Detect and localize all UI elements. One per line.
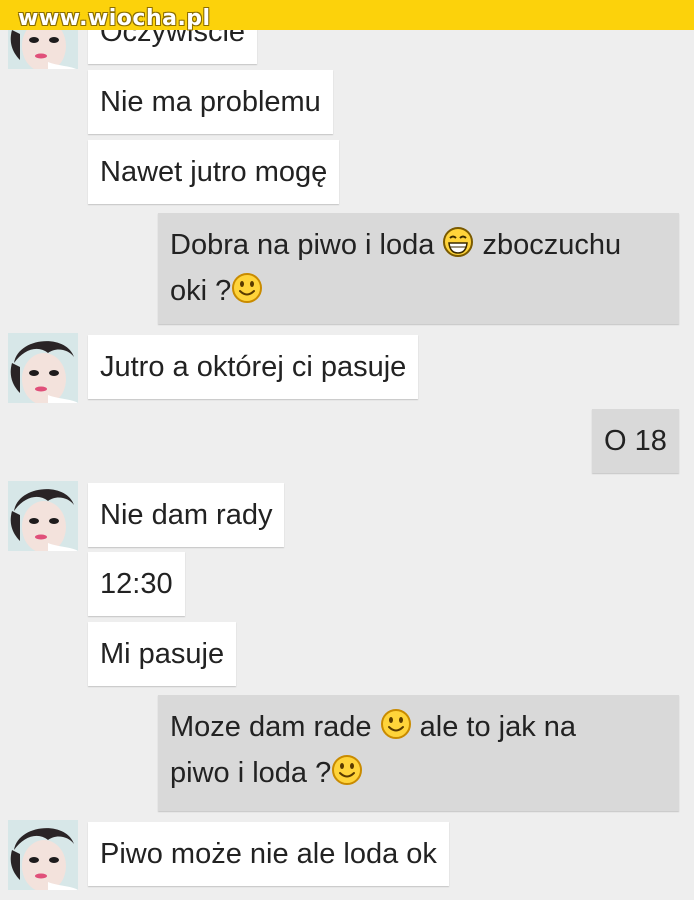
- laughing-emoji-icon: [443, 227, 474, 257]
- contact-avatar[interactable]: [8, 481, 78, 551]
- outgoing-message[interactable]: Dobra na piwo i loda zboczuchu oki ?: [158, 213, 679, 324]
- smiley-emoji-icon: [380, 709, 411, 739]
- message-text: Nawet jutro mogę: [100, 156, 328, 188]
- message-text: Dobra na piwo i loda: [170, 229, 435, 261]
- incoming-message[interactable]: Mi pasuje: [88, 622, 237, 686]
- incoming-message[interactable]: 12:30: [88, 552, 185, 616]
- smiley-emoji-icon: [232, 273, 263, 303]
- message-text: Jutro a októrej ci pasuje: [100, 351, 407, 383]
- incoming-message[interactable]: Jutro a októrej ci pasuje: [88, 335, 419, 399]
- incoming-message[interactable]: Nie dam rady: [88, 483, 285, 547]
- message-text: Nie ma problemu: [100, 86, 321, 118]
- smiley-emoji-icon: [332, 755, 363, 785]
- message-text: 12:30: [100, 568, 173, 600]
- message-text: O 18: [604, 425, 667, 457]
- incoming-message[interactable]: Piwo może nie ale loda ok: [88, 822, 449, 886]
- message-text: oki ?: [170, 275, 232, 307]
- outgoing-message[interactable]: Moze dam rade ale to jak na piwo i loda …: [158, 695, 679, 811]
- incoming-message[interactable]: Nawet jutro mogę: [88, 140, 340, 204]
- message-text: piwo i loda ?: [170, 757, 332, 789]
- message-text: ale to jak na: [419, 711, 577, 743]
- contact-avatar[interactable]: [8, 333, 78, 403]
- message-text: Nie dam rady: [100, 499, 273, 531]
- top-bar: www.wiocha.pl: [0, 0, 694, 30]
- message-text: Moze dam rade: [170, 711, 372, 743]
- incoming-message[interactable]: Nie ma problemu: [88, 70, 333, 134]
- message-text: zboczuchu: [482, 229, 622, 261]
- message-text: Mi pasuje: [100, 638, 225, 670]
- contact-avatar[interactable]: [8, 820, 78, 890]
- watermark-logo: www.wiocha.pl: [18, 6, 211, 31]
- message-text: Piwo może nie ale loda ok: [100, 838, 437, 870]
- outgoing-message[interactable]: O 18: [592, 409, 679, 473]
